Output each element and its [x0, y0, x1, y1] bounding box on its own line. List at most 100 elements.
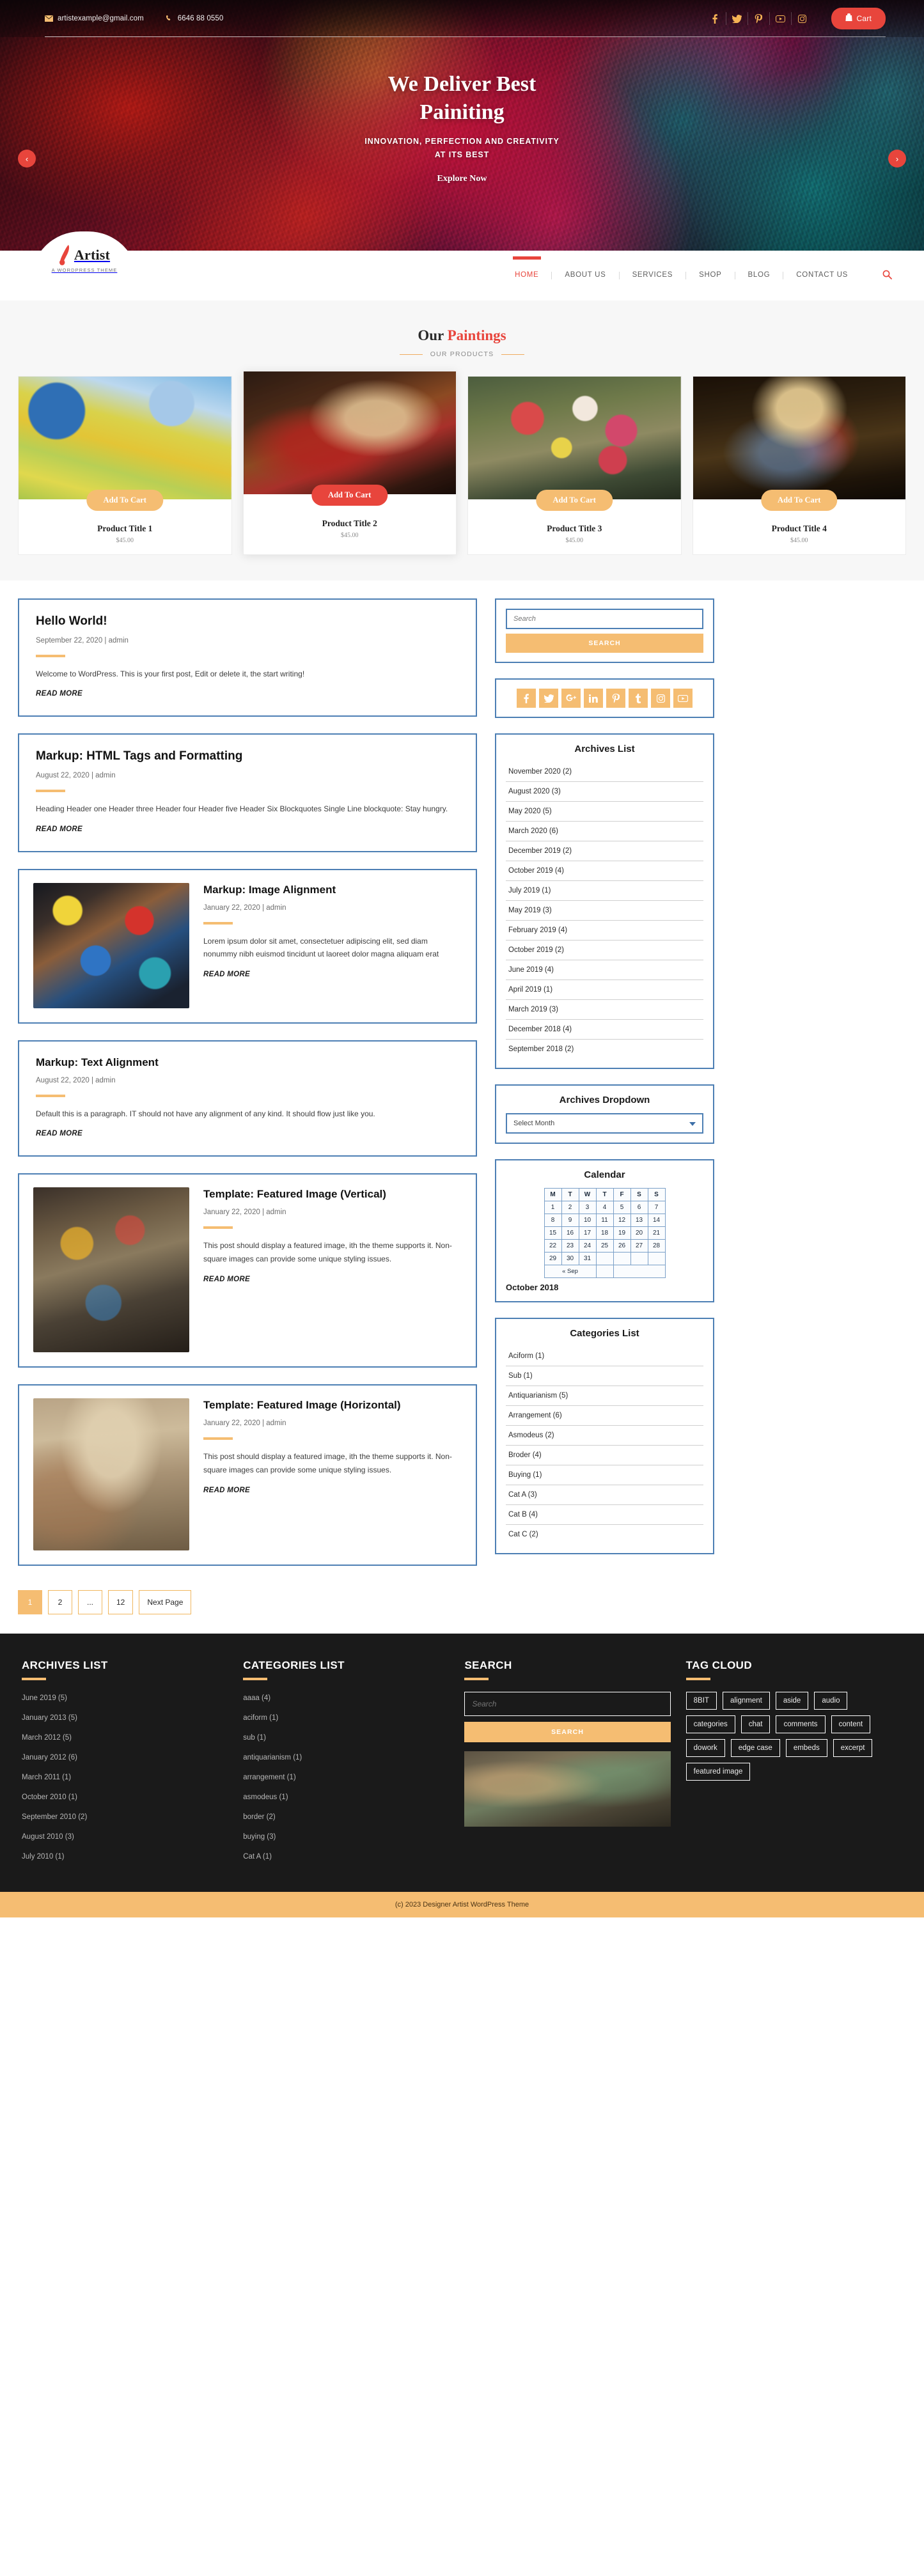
calendar-day[interactable]: 4 — [595, 1201, 614, 1214]
tag-link[interactable]: 8BIT — [685, 1692, 717, 1710]
footer-archive-link[interactable]: January 2013 (5) — [22, 1714, 77, 1722]
category-link[interactable]: Sub (1) — [506, 1366, 703, 1386]
post-title[interactable]: Markup: HTML Tags and Formatting — [36, 749, 459, 765]
calendar-day[interactable]: 11 — [595, 1214, 614, 1227]
read-more-link[interactable]: READ MORE — [203, 1487, 250, 1494]
calendar-prev-month-link[interactable]: « Sep — [544, 1265, 597, 1278]
add-to-cart-button[interactable]: Add To Cart — [86, 490, 163, 511]
archive-link[interactable]: October 2019 (4) — [506, 861, 703, 880]
read-more-link[interactable]: READ MORE — [36, 690, 82, 698]
contact-phone[interactable]: 6646 88 0550 — [166, 15, 224, 22]
pinterest-icon[interactable] — [606, 689, 625, 708]
calendar-day[interactable]: 21 — [647, 1226, 666, 1240]
footer-category-link[interactable]: border (2) — [243, 1813, 276, 1821]
category-link[interactable]: Cat B (4) — [506, 1505, 703, 1524]
twitter-icon[interactable] — [726, 12, 748, 25]
archive-link[interactable]: December 2018 (4) — [506, 1020, 703, 1039]
archive-link[interactable]: November 2020 (2) — [506, 762, 703, 781]
calendar-day[interactable]: 9 — [561, 1214, 579, 1227]
calendar-day[interactable]: 25 — [595, 1239, 614, 1253]
linkedin-icon[interactable] — [584, 689, 603, 708]
nav-item-shop[interactable]: SHOP — [686, 272, 735, 279]
archives-month-select[interactable]: Select Month — [506, 1113, 703, 1134]
footer-category-link[interactable]: Cat A (1) — [243, 1853, 272, 1861]
footer-archive-link[interactable]: September 2010 (2) — [22, 1813, 87, 1821]
calendar-day[interactable]: 1 — [544, 1201, 562, 1214]
nav-item-blog[interactable]: BLOG — [735, 272, 784, 279]
post-title[interactable]: Template: Featured Image (Vertical) — [203, 1187, 462, 1201]
add-to-cart-button[interactable]: Add To Cart — [311, 485, 388, 506]
footer-search-button[interactable]: SEARCH — [464, 1722, 671, 1743]
pagination-page-12[interactable]: 12 — [108, 1590, 134, 1615]
calendar-day[interactable]: 16 — [561, 1226, 579, 1240]
archive-link[interactable]: March 2020 (6) — [506, 822, 703, 841]
explore-now-link[interactable]: Explore Now — [437, 174, 487, 184]
category-link[interactable]: Cat C (2) — [506, 1525, 703, 1544]
post-title[interactable]: Markup: Text Alignment — [36, 1056, 459, 1070]
footer-category-link[interactable]: antiquarianism (1) — [243, 1754, 302, 1761]
product-card[interactable]: Add To Cart Product Title 3 $45.00 — [467, 376, 682, 555]
calendar-day[interactable]: 19 — [613, 1226, 631, 1240]
product-card[interactable]: Add To Cart Product Title 1 $45.00 — [18, 376, 232, 555]
add-to-cart-button[interactable]: Add To Cart — [761, 490, 838, 511]
read-more-link[interactable]: READ MORE — [203, 1276, 250, 1283]
archive-link[interactable]: December 2019 (2) — [506, 841, 703, 861]
post-title[interactable]: Markup: Image Alignment — [203, 883, 462, 897]
archive-link[interactable]: February 2019 (4) — [506, 921, 703, 940]
calendar-day[interactable]: 13 — [630, 1214, 648, 1227]
calendar-day[interactable]: 12 — [613, 1214, 631, 1227]
post-title[interactable]: Hello World! — [36, 614, 459, 630]
calendar-day[interactable]: 5 — [613, 1201, 631, 1214]
calendar-day[interactable]: 26 — [613, 1239, 631, 1253]
product-card[interactable]: Add To Cart Product Title 4 $45.00 — [692, 376, 906, 555]
tag-link[interactable]: featured image — [685, 1763, 751, 1781]
youtube-icon[interactable] — [770, 12, 792, 25]
footer-category-link[interactable]: aaaa (4) — [243, 1694, 270, 1702]
tag-link[interactable]: dowork — [685, 1739, 725, 1758]
tag-link[interactable]: categories — [685, 1715, 735, 1734]
tag-link[interactable]: excerpt — [833, 1739, 873, 1758]
calendar-day[interactable]: 2 — [561, 1201, 579, 1214]
nav-item-home[interactable]: HOME — [502, 272, 552, 279]
read-more-link[interactable]: READ MORE — [203, 971, 250, 978]
archive-link[interactable]: September 2018 (2) — [506, 1040, 703, 1059]
calendar-day[interactable]: 30 — [561, 1252, 579, 1265]
nav-item-contact-us[interactable]: CONTACT US — [783, 272, 861, 279]
footer-category-link[interactable]: sub (1) — [243, 1734, 266, 1742]
footer-category-link[interactable]: aciform (1) — [243, 1714, 278, 1722]
tag-link[interactable]: aside — [775, 1692, 809, 1710]
category-link[interactable]: Broder (4) — [506, 1446, 703, 1465]
facebook-icon[interactable] — [517, 689, 536, 708]
footer-archive-link[interactable]: March 2012 (5) — [22, 1734, 72, 1742]
footer-category-link[interactable]: buying (3) — [243, 1833, 276, 1841]
archive-link[interactable]: May 2019 (3) — [506, 901, 703, 920]
archive-link[interactable]: June 2019 (4) — [506, 960, 703, 980]
pagination-page-1[interactable]: 1 — [18, 1590, 42, 1615]
footer-archive-link[interactable]: August 2010 (3) — [22, 1833, 74, 1841]
calendar-day[interactable]: 7 — [647, 1201, 666, 1214]
category-link[interactable]: Aciform (1) — [506, 1347, 703, 1366]
contact-email[interactable]: artistexample@gmail.com — [45, 15, 144, 22]
nav-item-services[interactable]: SERVICES — [620, 272, 687, 279]
calendar-day[interactable]: 28 — [647, 1239, 666, 1253]
tag-link[interactable]: chat — [740, 1715, 771, 1734]
footer-archive-link[interactable]: October 2010 (1) — [22, 1793, 77, 1801]
pinterest-icon[interactable] — [748, 12, 770, 25]
search-toggle-button[interactable] — [882, 270, 892, 281]
tag-link[interactable]: embeds — [785, 1739, 827, 1758]
cart-button[interactable]: Cart — [831, 8, 886, 29]
calendar-day[interactable]: 17 — [578, 1226, 597, 1240]
search-input[interactable] — [506, 609, 703, 629]
footer-category-link[interactable]: arrangement (1) — [243, 1774, 295, 1781]
archive-link[interactable]: March 2019 (3) — [506, 1000, 703, 1019]
pagination-ellipsis[interactable]: ... — [78, 1590, 102, 1615]
archive-link[interactable]: August 2020 (3) — [506, 782, 703, 801]
calendar-day[interactable]: 22 — [544, 1239, 562, 1253]
calendar-day[interactable]: 10 — [578, 1214, 597, 1227]
google-plus-icon[interactable] — [561, 689, 581, 708]
calendar-day[interactable]: 24 — [578, 1239, 597, 1253]
search-button[interactable]: SEARCH — [506, 634, 703, 653]
calendar-day[interactable]: 29 — [544, 1252, 562, 1265]
post-title[interactable]: Template: Featured Image (Horizontal) — [203, 1398, 462, 1412]
slider-prev-button[interactable]: ‹ — [18, 150, 36, 168]
